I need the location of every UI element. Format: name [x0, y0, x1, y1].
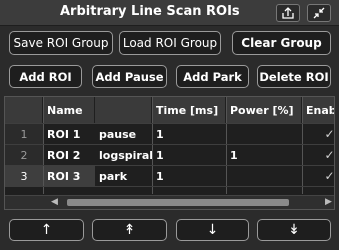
row-number[interactable]: 3: [5, 166, 43, 186]
column-header-time[interactable]: Time [ms]: [152, 97, 226, 123]
title-bar: Arbitrary Line Scan ROIs: [0, 0, 339, 26]
roi-table[interactable]: Name Time [ms] Power [%] Enabl 1 ROI 1 p…: [4, 96, 335, 210]
column-header-power[interactable]: Power [%]: [226, 97, 302, 123]
row-number[interactable]: 1: [5, 124, 43, 144]
column-header-name[interactable]: Name: [43, 97, 95, 123]
roi-time-cell[interactable]: 1: [152, 145, 226, 165]
window-title: Arbitrary Line Scan ROIs: [60, 4, 240, 19]
roi-name-cell[interactable]: ROI 3: [43, 166, 95, 186]
table-header: Name Time [ms] Power [%] Enabl: [5, 97, 334, 123]
move-down-button[interactable]: ↓: [176, 219, 249, 241]
collapse-icon: [313, 7, 325, 19]
add-park-button[interactable]: Add Park: [176, 65, 249, 88]
grid-divider: [152, 97, 153, 194]
roi-power-cell[interactable]: [226, 124, 302, 144]
move-to-bottom-icon: ↡: [288, 222, 300, 238]
load-roi-group-label: Load ROI Group: [122, 36, 218, 50]
delete-roi-label: Delete ROI: [259, 69, 329, 84]
grid-divider: [302, 97, 303, 194]
enabled-checkbox[interactable]: ✓: [323, 128, 334, 141]
scroll-left-icon[interactable]: ◀: [51, 197, 58, 207]
roi-type-cell[interactable]: logspiral: [95, 145, 152, 165]
horizontal-scrollbar[interactable]: ◀ ▶: [5, 195, 334, 209]
enabled-checkbox[interactable]: ✓: [323, 149, 334, 162]
grid-divider: [5, 165, 334, 166]
move-to-top-button[interactable]: ↑: [9, 219, 84, 241]
collapse-button[interactable]: [307, 4, 331, 22]
grid-divider: [226, 97, 227, 194]
grid-divider: [5, 186, 334, 187]
roi-type-cell[interactable]: pause: [95, 124, 152, 144]
column-header-type[interactable]: [95, 97, 152, 123]
grid-divider: [5, 144, 334, 145]
add-roi-button[interactable]: Add ROI: [9, 65, 82, 88]
move-to-top-icon: ↑: [40, 222, 53, 238]
roi-time-cell[interactable]: 1: [152, 124, 226, 144]
add-pause-label: Add Pause: [95, 69, 164, 84]
roi-power-cell[interactable]: 1: [226, 145, 302, 165]
roi-type-cell[interactable]: park: [95, 166, 152, 186]
move-up-button[interactable]: ↟: [92, 219, 167, 241]
save-roi-group-button[interactable]: Save ROI Group: [9, 31, 113, 55]
grid-divider: [43, 97, 44, 194]
move-down-icon: ↓: [206, 222, 219, 238]
delete-roi-button[interactable]: Delete ROI: [257, 65, 331, 88]
scroll-right-icon[interactable]: ▶: [325, 197, 332, 207]
add-roi-label: Add ROI: [19, 69, 72, 84]
corner-cell: [5, 97, 43, 123]
row-number[interactable]: 2: [5, 145, 43, 165]
load-roi-group-button[interactable]: Load ROI Group: [119, 31, 221, 55]
grid-divider: [5, 123, 334, 124]
scrollbar-thumb[interactable]: [67, 199, 289, 206]
clear-group-label: Clear Group: [241, 36, 322, 50]
roi-time-cell[interactable]: 1: [152, 166, 226, 186]
roi-power-cell[interactable]: [226, 166, 302, 186]
save-roi-group-label: Save ROI Group: [13, 36, 109, 50]
roi-name-cell[interactable]: ROI 2: [43, 145, 95, 165]
clear-group-button[interactable]: Clear Group: [232, 31, 331, 55]
roi-name-cell[interactable]: ROI 1: [43, 124, 95, 144]
export-icon: [282, 7, 294, 19]
move-up-icon: ↟: [123, 222, 136, 238]
add-pause-button[interactable]: Add Pause: [92, 65, 167, 88]
export-button[interactable]: [276, 4, 300, 22]
add-park-label: Add Park: [183, 69, 242, 84]
enabled-checkbox[interactable]: ✓: [323, 170, 334, 183]
column-header-enabled[interactable]: Enabl: [302, 97, 334, 123]
move-to-bottom-button[interactable]: ↡: [257, 219, 331, 241]
